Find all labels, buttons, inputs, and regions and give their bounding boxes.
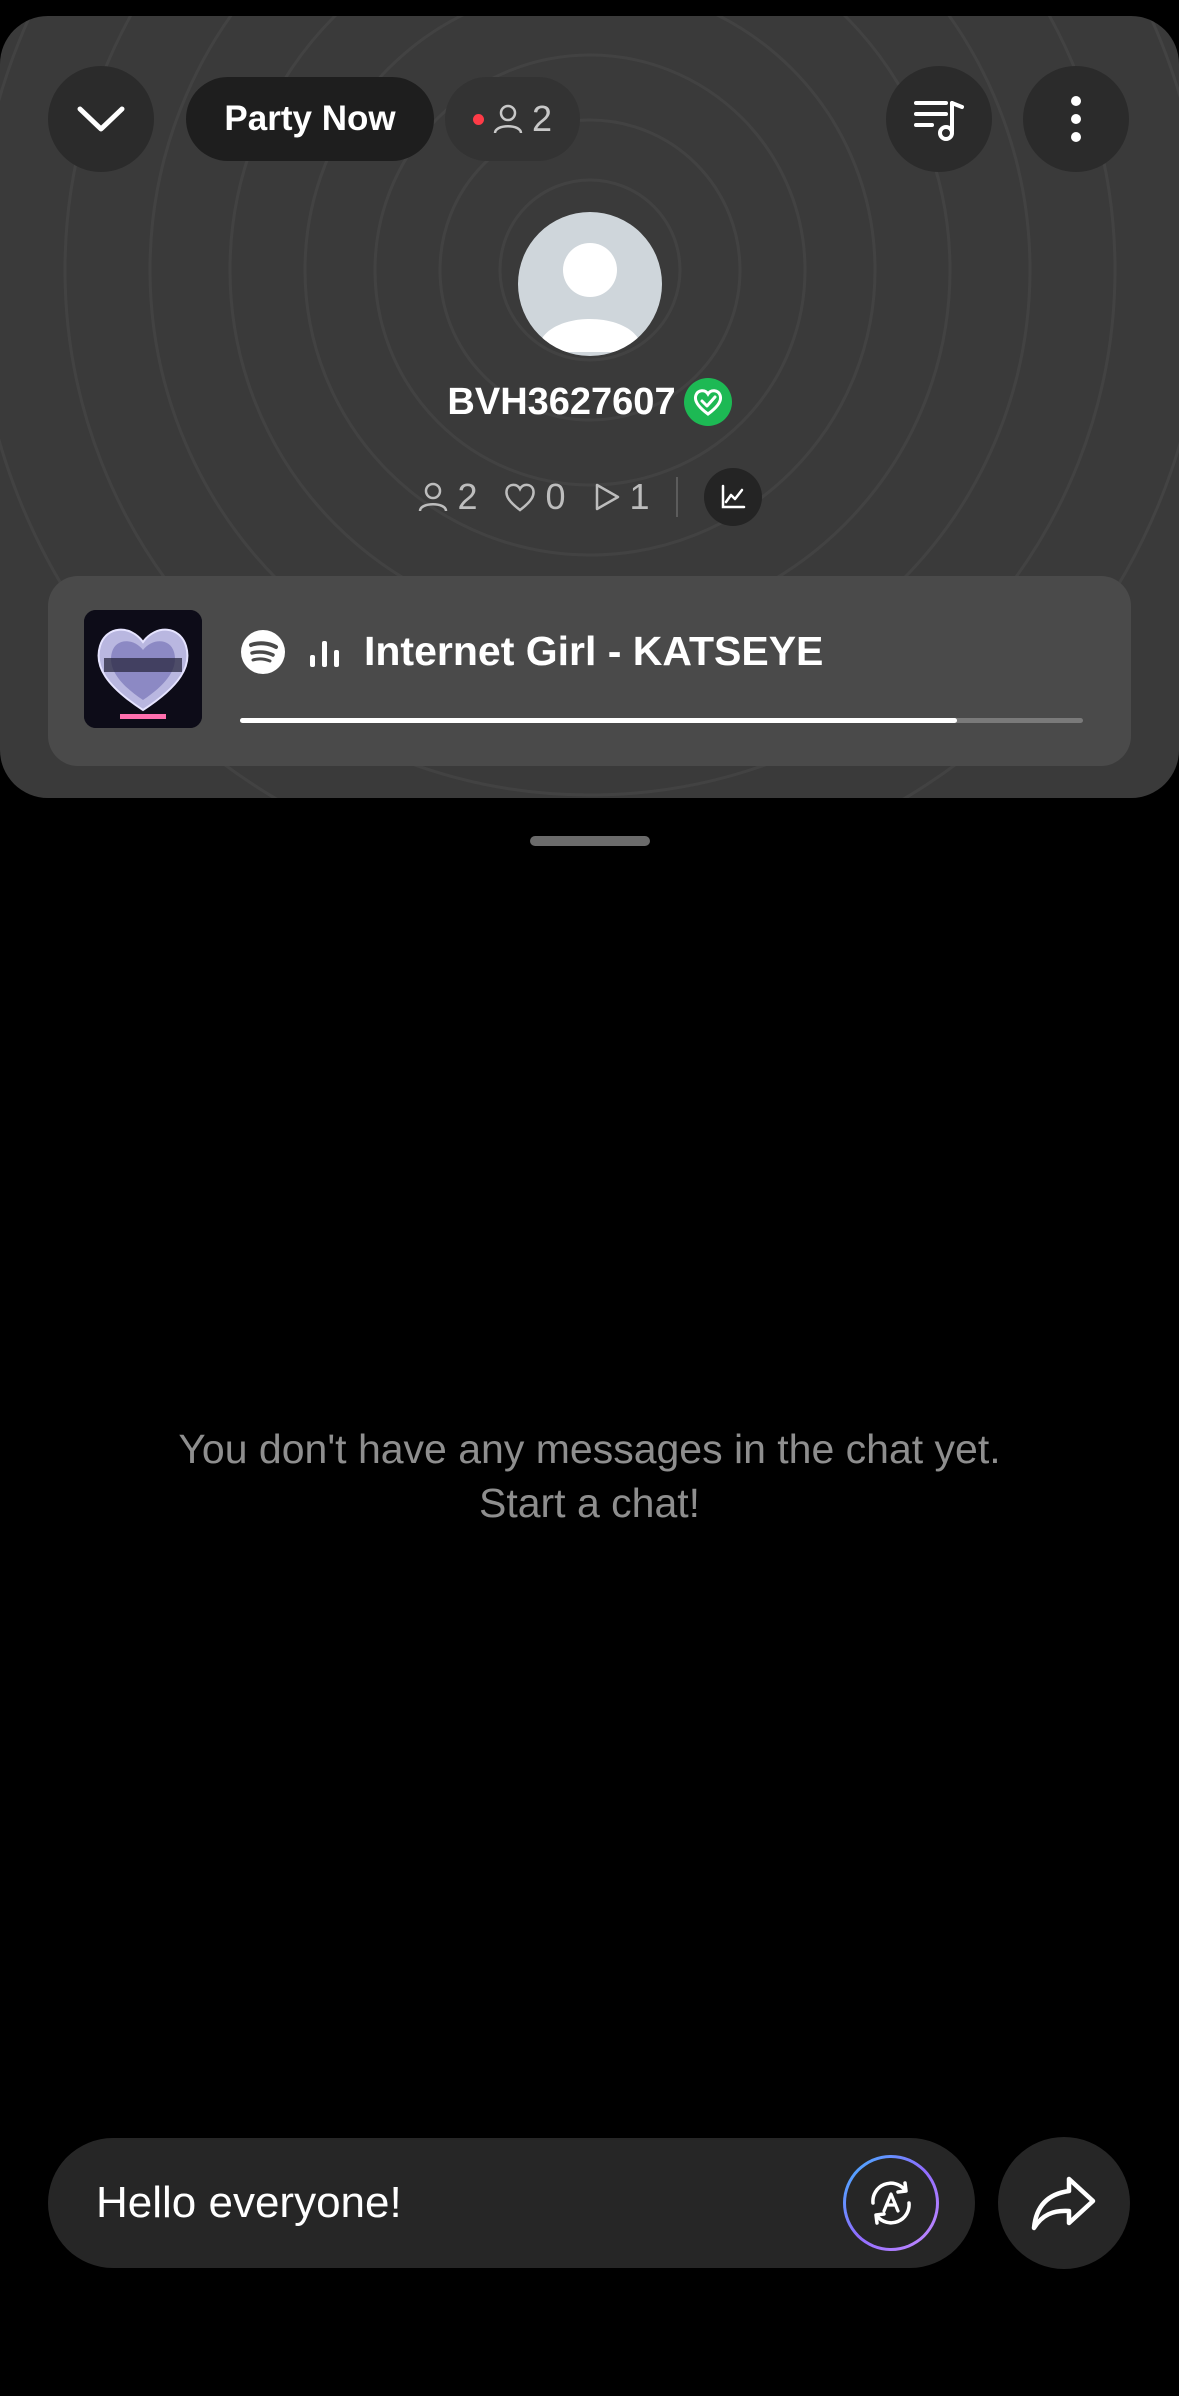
queue-button[interactable] xyxy=(886,66,992,172)
party-now-button[interactable]: Party Now xyxy=(186,77,434,161)
track-title: Internet Girl - KATSEYE xyxy=(364,628,824,674)
default-avatar-icon xyxy=(538,243,642,352)
listeners-count: 2 xyxy=(457,476,478,517)
chat-input-bar[interactable]: Hello everyone! xyxy=(48,2138,975,2268)
host-avatar[interactable] xyxy=(518,212,662,356)
chat-input[interactable]: Hello everyone! xyxy=(96,2138,402,2268)
stats-chart-button[interactable] xyxy=(703,468,762,526)
party-stats: 2 0 1 xyxy=(0,468,1179,526)
host-username-row: BVH3627607 xyxy=(0,378,1179,426)
stats-divider xyxy=(675,477,678,517)
more-vertical-icon xyxy=(1071,96,1081,142)
verified-heart-icon xyxy=(683,378,732,426)
party-header-card: Party Now 2 BVH3627607 2 0 1 Internet Gi… xyxy=(0,16,1179,798)
share-button[interactable] xyxy=(998,2137,1130,2269)
playback-progress-bar[interactable] xyxy=(240,718,1083,723)
line-chart-icon xyxy=(721,484,745,509)
host-username: BVH3627607 xyxy=(447,380,676,423)
now-playing-card[interactable]: Internet Girl - KATSEYE xyxy=(48,576,1131,766)
person-icon xyxy=(493,104,523,134)
empty-chat-line-1: You don't have any messages in the chat … xyxy=(178,1426,1001,1472)
translate-button[interactable] xyxy=(843,2155,939,2251)
listeners-stat: 2 xyxy=(417,476,477,518)
track-row: Internet Girl - KATSEYE xyxy=(240,628,823,675)
equalizer-icon xyxy=(310,640,339,667)
chevron-down-icon xyxy=(77,106,125,132)
heart-icon xyxy=(505,483,536,512)
album-art xyxy=(84,610,202,728)
translate-icon xyxy=(871,2181,911,2225)
more-options-button[interactable] xyxy=(1023,66,1129,172)
likes-count: 0 xyxy=(545,476,566,517)
party-now-label: Party Now xyxy=(224,99,396,138)
person-icon xyxy=(419,482,448,512)
viewers-count: 2 xyxy=(531,98,553,139)
live-dot xyxy=(472,113,484,125)
playback-progress-fill xyxy=(240,718,957,723)
empty-chat-message: You don't have any messages in the chat … xyxy=(0,1422,1179,1530)
empty-chat-line-2: Start a chat! xyxy=(478,1480,701,1526)
play-icon xyxy=(595,483,619,511)
likes-stat: 0 xyxy=(503,476,566,518)
drag-handle[interactable] xyxy=(530,836,650,846)
album-heart-artwork xyxy=(84,610,202,728)
music-queue-icon xyxy=(914,101,964,141)
viewers-pill[interactable]: 2 xyxy=(445,77,580,161)
plays-stat: 1 xyxy=(592,476,650,518)
plays-count: 1 xyxy=(629,476,650,517)
collapse-button[interactable] xyxy=(48,66,154,172)
share-arrow-icon xyxy=(1031,2176,1096,2231)
spotify-icon xyxy=(241,629,285,674)
